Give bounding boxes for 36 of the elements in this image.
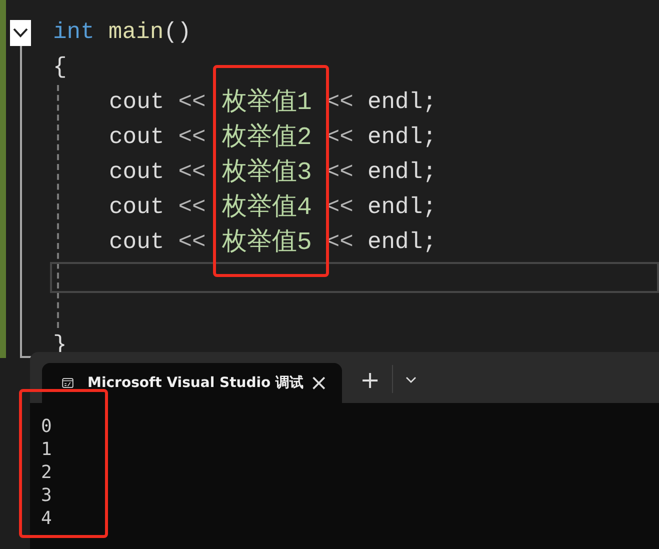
enum-value: 枚举值2: [222, 122, 312, 154]
code-text: endl;: [367, 123, 436, 152]
collapse-toggle[interactable]: [10, 20, 31, 46]
code-text: <<: [178, 88, 206, 117]
function-name: main: [108, 18, 164, 47]
output-line: 4: [41, 507, 52, 530]
enum-value: 枚举值4: [222, 192, 312, 224]
code-text: (): [164, 18, 192, 47]
output-line: 3: [41, 484, 52, 507]
terminal-icon: [62, 375, 74, 391]
enum-value: 枚举值1: [222, 87, 312, 119]
terminal-tab[interactable]: Microsoft Visual Studio 调试 ×: [42, 363, 342, 403]
output-line: 1: [41, 438, 52, 461]
code-text: {: [53, 53, 67, 82]
code-text: endl;: [367, 228, 436, 257]
output-line: 2: [41, 461, 52, 484]
close-tab-button[interactable]: ×: [304, 370, 334, 396]
code-text: cout: [109, 123, 164, 152]
keyword-text: int: [53, 18, 94, 47]
new-tab-button[interactable]: +: [356, 363, 384, 397]
code-text: cout: [109, 193, 164, 222]
output-line: 0: [41, 415, 52, 438]
enum-value: 枚举值3: [222, 157, 312, 189]
tab-title: Microsoft Visual Studio 调试: [88, 374, 304, 392]
code-text: cout: [109, 228, 164, 257]
code-text: <<: [178, 228, 206, 257]
code-text: <<: [178, 123, 206, 152]
code-text: endl;: [367, 88, 436, 117]
code-text: cout: [109, 88, 164, 117]
code-text: cout: [109, 158, 164, 187]
chevron-icon: [405, 376, 418, 384]
code-text: endl;: [367, 158, 436, 187]
enum-value: 枚举值5: [222, 227, 312, 259]
code-text: <<: [178, 193, 206, 222]
code-text: <<: [178, 158, 206, 187]
code-text: endl;: [367, 193, 436, 222]
